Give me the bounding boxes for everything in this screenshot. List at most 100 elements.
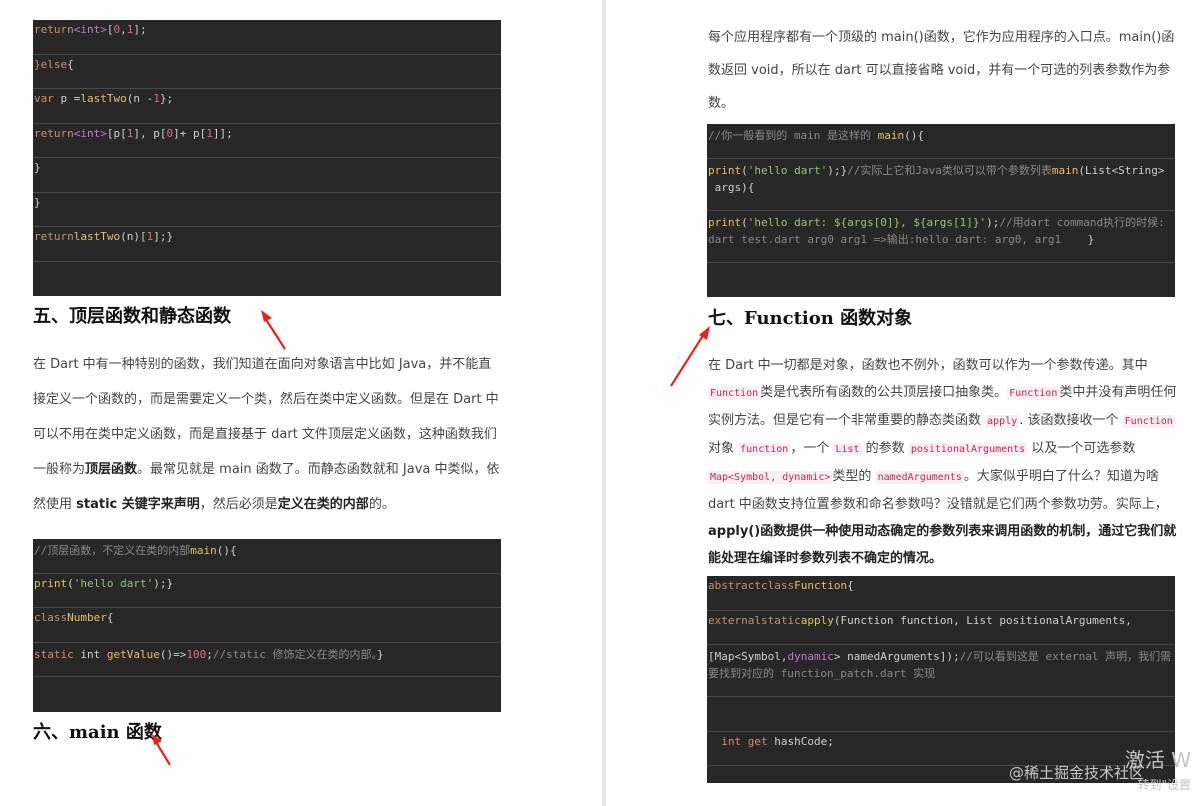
- code-line: print('hello dart');}: [33, 574, 501, 608]
- code-token: (Function function, List positionalArgum…: [833, 613, 1132, 627]
- code-token: (List<String>: [1078, 163, 1165, 177]
- code-line: static int getValue()=>100;//static 修饰定义…: [33, 643, 501, 677]
- code-token: (: [67, 576, 74, 590]
- code-token: return: [34, 23, 74, 36]
- code-line: int get hashCode;: [707, 732, 1175, 766]
- code-token: main: [190, 544, 217, 557]
- code-token: args){: [714, 180, 755, 194]
- code-token: print: [34, 576, 68, 590]
- code-token: class: [760, 579, 795, 592]
- section-7-paragraph: 在 Dart 中一切都是对象，函数也不例外，函数可以作为一个参数传递。其中 Fu…: [708, 352, 1180, 572]
- code-token: print: [708, 163, 742, 177]
- code-token: (){: [904, 129, 924, 142]
- code-line: }: [33, 158, 501, 193]
- code-token: <int>: [73, 126, 107, 140]
- code-block-fibonacci: return<int>[0,1];}else{var p =lastTwo(n …: [33, 20, 501, 296]
- code-token: ]];: [212, 126, 233, 140]
- text-run: 类型的: [832, 469, 876, 484]
- text-run: 的。: [368, 497, 395, 512]
- code-token: }: [34, 195, 41, 209]
- inline-code: namedArguments: [875, 471, 964, 484]
- code-token: hashCode;: [767, 734, 834, 748]
- code-token: {: [847, 579, 854, 592]
- code-line: [Map<Symbol,dynamic> namedArguments]);//…: [707, 645, 1175, 697]
- code-line: return<int>[p[1], p[0]+ p[1]];: [33, 124, 501, 158]
- inline-code: positionalArguments: [908, 443, 1028, 456]
- code-token: (n)[: [120, 230, 147, 243]
- inline-code: Function: [1007, 387, 1060, 400]
- code-token: 'hello dart': [73, 576, 154, 590]
- code-token: main: [877, 129, 905, 142]
- code-token: apply: [800, 613, 834, 627]
- inline-code: Function: [1122, 415, 1175, 428]
- section-heading-function-object: 七、Function 函数对象: [708, 308, 913, 329]
- code-token: 1: [206, 126, 213, 140]
- code-token: int: [721, 734, 742, 748]
- code-token: 'hello dart: ${args[0]}, ${args[1]}': [747, 215, 987, 229]
- text-run: 在 Dart 中有一种特别的函数，我们知道在面向对象语言中比如 Java，并不能…: [33, 357, 499, 477]
- code-token: lastTwo: [80, 92, 127, 105]
- code-token: ], p[: [133, 126, 167, 140]
- code-token: {: [106, 611, 114, 624]
- code-token: //static 修饰定义在类的内部。: [212, 647, 377, 661]
- code-token: (: [741, 163, 748, 177]
- code-line: returnlastTwo(n)[1];}: [33, 227, 501, 262]
- code-token: (){: [216, 544, 237, 557]
- code-line: print('hello dart: ${args[0]}, ${args[1]…: [707, 211, 1175, 263]
- code-token: ,: [120, 23, 127, 36]
- code-block-main-args: //你一般看到的 main 是这样的 main(){print('hello d…: [707, 124, 1175, 297]
- code-token: 1: [153, 92, 160, 105]
- code-token: //你一般看到的 main 是这样的: [708, 129, 878, 142]
- windows-activate-notice: 激活 W: [1124, 748, 1191, 772]
- code-token: [p[: [106, 126, 127, 140]
- section-5-paragraph: 在 Dart 中有一种特别的函数，我们知道在面向对象语言中比如 Java，并不能…: [33, 347, 503, 522]
- code-line: var p =lastTwo(n -1};: [33, 89, 501, 124]
- code-token: static: [34, 647, 74, 661]
- code-token: ];}: [153, 230, 174, 243]
- code-token: ()=>: [159, 647, 187, 661]
- red-arrow-icon: [261, 310, 286, 350]
- bold-text: static 关键字来声明: [76, 497, 200, 512]
- text-run: 在 Dart 中一切都是对象，函数也不例外，函数可以作为一个参数传递。其中: [708, 358, 1148, 373]
- code-token: 'hello dart': [747, 163, 828, 177]
- code-token: int: [73, 647, 107, 661]
- code-line: externalstaticapply(Function function, L…: [707, 611, 1175, 645]
- code-token: }: [376, 647, 384, 661]
- code-line: [707, 697, 1175, 732]
- code-line: return<int>[0,1];: [33, 20, 501, 55]
- text-run: 类是代表所有函数的公共顶层接口抽象类。: [760, 385, 1008, 400]
- code-token: );: [986, 215, 1000, 229]
- text-run: ，一个: [790, 441, 834, 456]
- code-token: //实际上它和Java类似可以带个参数列表: [847, 163, 1052, 177]
- inline-code: Function: [708, 387, 761, 400]
- code-token: <int>: [73, 23, 107, 36]
- code-token: 100: [186, 647, 207, 661]
- code-token: }: [34, 161, 41, 174]
- inline-code: apply: [985, 415, 1020, 428]
- red-arrow-icon: [152, 734, 171, 766]
- section-heading-top-level-functions: 五、顶层函数和静态函数: [33, 306, 231, 327]
- text-run: . 该函数接收一个: [1019, 413, 1123, 428]
- bold-text: 定义在类的内部: [277, 497, 369, 512]
- code-token: [: [106, 23, 114, 36]
- code-token: p =: [53, 92, 81, 105]
- bold-text: 顶层函数: [85, 462, 138, 477]
- code-line: }: [33, 193, 501, 227]
- code-token: }: [1061, 232, 1095, 246]
- code-block-function-class: abstractclassFunction{externalstaticappl…: [707, 576, 1175, 783]
- document-page-right: 每个应用程序都有一个顶级的 main()函数，它作为应用程序的入口点。main(…: [606, 0, 1195, 806]
- text-run: 对象: [708, 441, 739, 456]
- code-line: //你一般看到的 main 是这样的 main(){: [707, 124, 1175, 159]
- code-token: ;: [206, 647, 213, 661]
- inline-code: List: [833, 443, 862, 456]
- document-page-left: return<int>[0,1];}else{var p =lastTwo(n …: [0, 0, 602, 806]
- code-line: }else{: [33, 55, 501, 89]
- code-token: );}: [153, 576, 174, 590]
- code-token: (n -: [126, 92, 154, 105]
- code-token: static: [760, 613, 801, 627]
